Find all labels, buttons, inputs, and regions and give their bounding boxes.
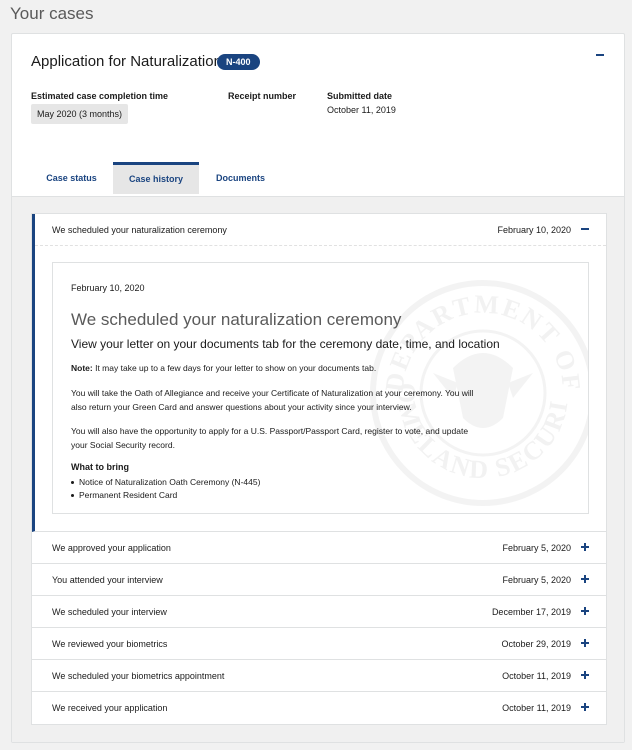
history-row-date: October 29, 2019 (501, 639, 571, 649)
submitted-date-value: October 11, 2019 (327, 105, 396, 115)
case-tabs: Case status Case history Documents (31, 162, 311, 194)
history-row[interactable]: We scheduled your interview December 17,… (32, 596, 606, 628)
list-item: Notice of Naturalization Oath Ceremony (… (71, 476, 260, 489)
history-row-date: October 11, 2019 (502, 703, 571, 713)
history-row[interactable]: We approved your application February 5,… (32, 532, 606, 564)
detail-subheading: View your letter on your documents tab f… (71, 337, 500, 351)
case-history-panel: We scheduled your naturalization ceremon… (12, 196, 624, 742)
history-row-title: We approved your application (52, 543, 171, 553)
tab-documents[interactable]: Documents (200, 162, 281, 194)
history-row-title: We scheduled your interview (52, 607, 167, 617)
what-to-bring-label: What to bring (71, 462, 129, 472)
history-item-expanded: We scheduled your naturalization ceremon… (32, 214, 606, 532)
detail-paragraph-1: You will take the Oath of Allegiance and… (71, 388, 474, 412)
submitted-date-label: Submitted date (327, 91, 393, 101)
tab-case-status[interactable]: Case status (31, 162, 112, 194)
est-completion-label: Estimated case completion time (31, 91, 169, 101)
history-row-date: February 5, 2020 (502, 575, 571, 585)
detail-wrap: DEPARTMENT OF HOMELAND SECURITY February… (35, 246, 606, 531)
history-row-date: December 17, 2019 (491, 607, 571, 617)
history-row-date: February 10, 2020 (497, 225, 571, 235)
plus-icon[interactable] (580, 702, 590, 712)
list-item: Permanent Resident Card (71, 489, 260, 502)
form-badge: N-400 (217, 54, 260, 70)
history-row-date: February 5, 2020 (502, 543, 571, 553)
history-row[interactable]: We reviewed your biometrics October 29, … (32, 628, 606, 660)
detail-note: Note: It may take up to a few days for y… (71, 363, 376, 373)
case-card: Application for Naturalization N-400 Est… (11, 33, 625, 743)
plus-icon[interactable] (580, 638, 590, 648)
history-row-title: We scheduled your biometrics appointment (52, 671, 225, 681)
history-row-ceremony[interactable]: We scheduled your naturalization ceremon… (35, 214, 606, 246)
history-row-title: We received your application (52, 703, 168, 713)
plus-icon[interactable] (580, 670, 590, 680)
detail-paragraph-2: You will also have the opportunity to ap… (71, 426, 469, 450)
case-header: Application for Naturalization N-400 Est… (12, 34, 624, 214)
history-row-title: You attended your interview (52, 575, 163, 585)
history-row-title: We scheduled your naturalization ceremon… (52, 225, 227, 235)
note-text: It may take up to a few days for your le… (92, 363, 377, 373)
plus-icon[interactable] (580, 574, 590, 584)
detail-heading: We scheduled your naturalization ceremon… (71, 310, 402, 329)
detail-date: February 10, 2020 (71, 283, 145, 293)
case-title: Application for Naturalization (31, 53, 222, 70)
note-label: Note: (71, 363, 93, 373)
page-title: Your cases (10, 4, 94, 23)
history-row[interactable]: We received your application October 11,… (32, 692, 606, 724)
history-row-date: October 11, 2019 (502, 671, 571, 681)
minus-icon[interactable] (580, 224, 590, 234)
history-row[interactable]: You attended your interview February 5, … (32, 564, 606, 596)
collapse-case-button[interactable] (594, 48, 608, 62)
history-list: We scheduled your naturalization ceremon… (31, 213, 607, 725)
history-row-title: We reviewed your biometrics (52, 639, 168, 649)
history-detail: DEPARTMENT OF HOMELAND SECURITY February… (52, 262, 589, 514)
minus-icon (596, 54, 604, 56)
est-completion-value: May 2020 (3 months) (31, 104, 129, 124)
tab-case-history[interactable]: Case history (113, 162, 199, 194)
receipt-number-label: Receipt number (228, 91, 297, 101)
plus-icon[interactable] (580, 542, 590, 552)
history-row[interactable]: We scheduled your biometrics appointment… (32, 660, 606, 692)
what-to-bring-list: Notice of Naturalization Oath Ceremony (… (71, 476, 260, 502)
plus-icon[interactable] (580, 606, 590, 616)
